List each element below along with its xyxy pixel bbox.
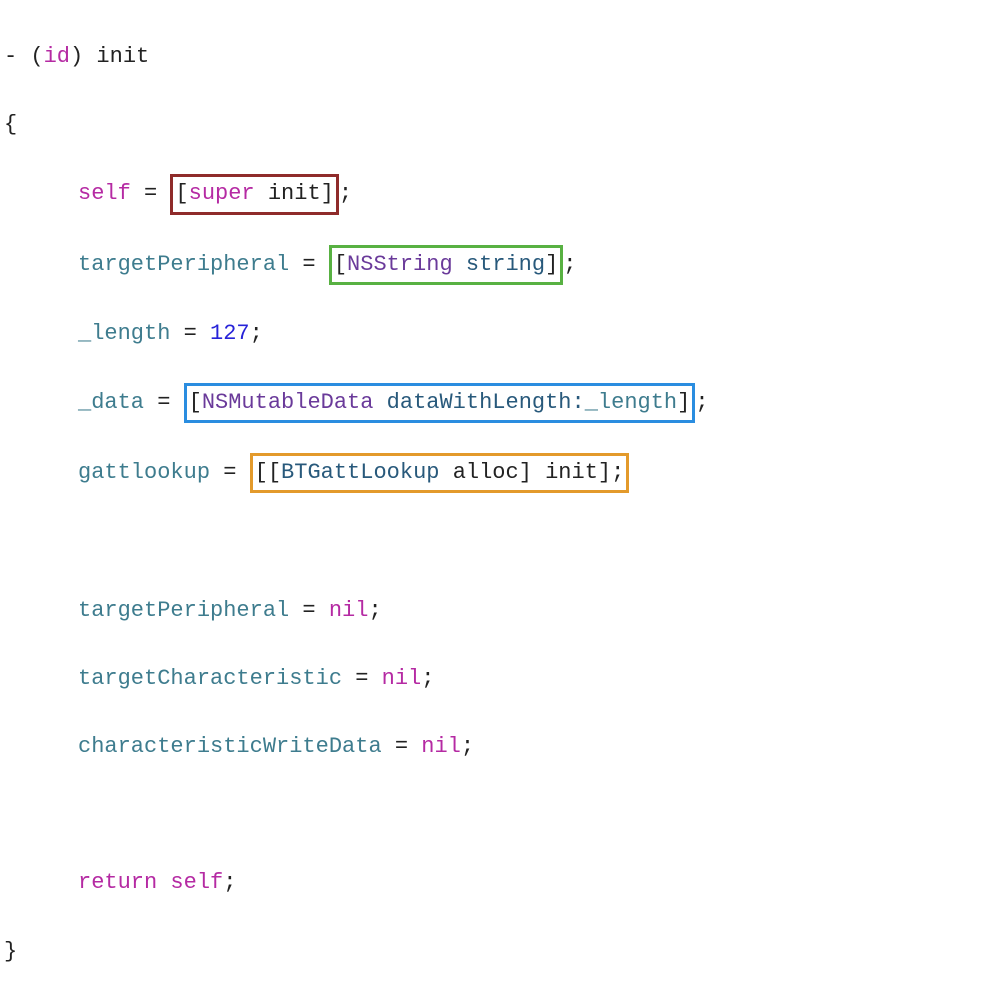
semicolon: ; [461, 734, 474, 759]
mid: ] [519, 460, 545, 485]
class-name: NSMutableData [202, 390, 374, 415]
eq: = [289, 252, 329, 277]
code-line-4: targetPeripheral = [NSString string]; [0, 247, 1002, 283]
space [439, 460, 452, 485]
rbracket: ] [677, 390, 690, 415]
code-line-8: targetPeripheral = nil; [0, 594, 1002, 628]
method-name: string [466, 252, 545, 277]
init-call: init [545, 460, 598, 485]
class-name: BTGattLookup [281, 460, 439, 485]
var-name: targetPeripheral [78, 252, 289, 277]
semicolon: ; [563, 252, 576, 277]
annotation-box-orange: [[BTGattLookup alloc] init]; [250, 455, 630, 491]
code-line-11: return self; [0, 866, 1002, 900]
eq: = [289, 598, 329, 623]
brace-close: } [4, 939, 17, 964]
semicolon: ; [250, 321, 263, 346]
self-keyword: self [78, 181, 131, 206]
alloc-call: alloc [453, 460, 519, 485]
code-line-12: } [0, 935, 1002, 969]
code-line-10: characteristicWriteData = nil; [0, 730, 1002, 764]
nil-keyword: nil [329, 598, 369, 623]
self-keyword: self [170, 870, 223, 895]
semicolon: ; [339, 181, 352, 206]
code-line-2: { [0, 108, 1002, 142]
after-ret: ) init [70, 44, 149, 69]
code-line-6: _data = [NSMutableData dataWithLength:_l… [0, 385, 1002, 421]
nil-keyword: nil [382, 666, 422, 691]
eq: = [144, 390, 184, 415]
lbracket: [ [334, 252, 347, 277]
init-call: init [268, 181, 321, 206]
code-line-3: self = [super init]; [0, 176, 1002, 212]
code-line-7: gattlookup = [[BTGattLookup alloc] init]… [0, 455, 1002, 491]
return-type: id [44, 44, 70, 69]
method-name: dataWithLength: [387, 390, 585, 415]
lbracket: [ [189, 390, 202, 415]
lbracket: [ [175, 181, 188, 206]
var-name: gattlookup [78, 460, 210, 485]
rbracket-semi: ]; [598, 460, 624, 485]
semicolon: ; [223, 870, 236, 895]
eq: = [131, 181, 171, 206]
code-blank-line [0, 525, 1002, 559]
eq: = [382, 734, 422, 759]
semicolon: ; [368, 598, 381, 623]
eq: = [210, 460, 250, 485]
annotation-box-green: [NSString string] [329, 247, 563, 283]
semicolon: ; [695, 390, 708, 415]
arg-name: _length [585, 390, 677, 415]
code-line-9: targetCharacteristic = nil; [0, 662, 1002, 696]
number-literal: 127 [210, 321, 250, 346]
dash: - ( [4, 44, 44, 69]
annotation-box-blue: [NSMutableData dataWithLength:_length] [184, 385, 696, 421]
space [453, 252, 466, 277]
space [157, 870, 170, 895]
var-name: targetPeripheral [78, 598, 289, 623]
nil-keyword: nil [421, 734, 461, 759]
code-blank-line [0, 798, 1002, 832]
semicolon: ; [421, 666, 434, 691]
eq: = [342, 666, 382, 691]
annotation-box-red: [super init] [170, 176, 338, 212]
var-name: _length [78, 321, 170, 346]
rbracket: ] [321, 181, 334, 206]
var-name: characteristicWriteData [78, 734, 382, 759]
class-name: NSString [347, 252, 453, 277]
brace-open: { [4, 112, 17, 137]
var-name: targetCharacteristic [78, 666, 342, 691]
return-keyword: return [78, 870, 157, 895]
lbracket: [[ [255, 460, 281, 485]
code-block: - (id) init { self = [super init]; targe… [0, 0, 1002, 1003]
code-line-5: _length = 127; [0, 317, 1002, 351]
rbracket: ] [545, 252, 558, 277]
var-name: _data [78, 390, 144, 415]
super-keyword: super [189, 181, 255, 206]
space [373, 390, 386, 415]
code-line-1: - (id) init [0, 40, 1002, 74]
space [255, 181, 268, 206]
eq: = [170, 321, 210, 346]
